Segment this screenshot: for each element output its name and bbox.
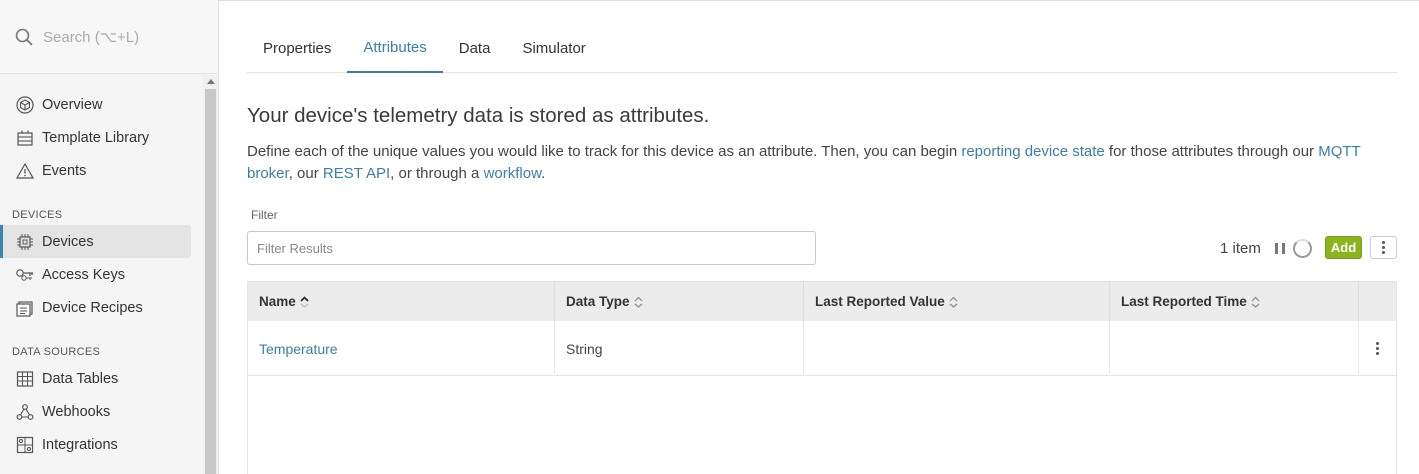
search-box[interactable]: Search (⌥+L) (0, 0, 218, 74)
top-divider (219, 0, 1419, 3)
kebab-icon (1382, 241, 1385, 254)
column-header-last-reported-time[interactable]: Last Reported Time (1110, 282, 1359, 321)
filter-label: Filter (251, 208, 278, 222)
sidebar: Search (⌥+L) Overview Template Library E… (0, 0, 219, 474)
attributes-table: Name Data Type Last Reported Value Last … (247, 281, 1397, 474)
tab-data[interactable]: Data (443, 23, 507, 73)
workflow-link[interactable]: workflow (484, 165, 542, 182)
sidebar-item-label: Device Recipes (42, 299, 143, 316)
sidebar-item-label: Devices (42, 233, 94, 250)
template-library-icon (15, 128, 35, 148)
sidebar-scrollbar[interactable] (203, 75, 218, 474)
column-header-label: Last Reported Time (1121, 294, 1247, 309)
page-heading: Your device's telemetry data is stored a… (247, 104, 710, 127)
table-header: Name Data Type Last Reported Value Last … (248, 282, 1396, 321)
sidebar-item-devices[interactable]: Devices (0, 225, 191, 258)
cell-name: Temperature (248, 321, 555, 376)
sidebar-section-devices: DEVICES (12, 209, 63, 221)
column-header-actions (1359, 282, 1396, 321)
tab-bar: Properties Attributes Data Simulator (247, 23, 1397, 73)
search-icon (15, 28, 33, 46)
kebab-icon (1376, 342, 1379, 355)
row-actions-button[interactable] (1359, 321, 1396, 376)
sidebar-item-overview[interactable]: Overview (0, 88, 191, 121)
add-button[interactable]: Add (1325, 236, 1362, 259)
desc-text: . (541, 165, 546, 182)
sort-ascending-icon (300, 295, 309, 308)
sidebar-item-template-library[interactable]: Template Library (0, 121, 191, 154)
tab-simulator[interactable]: Simulator (506, 23, 601, 73)
sidebar-item-label: Access Keys (42, 266, 125, 283)
column-header-name[interactable]: Name (248, 282, 555, 321)
sidebar-item-label: Webhooks (42, 403, 111, 420)
page-description: Define each of the unique values you wou… (247, 141, 1407, 185)
integrations-icon (15, 435, 35, 455)
desc-text: , or through a (390, 165, 484, 182)
more-options-button[interactable] (1370, 236, 1397, 259)
sidebar-section-data-sources: DATA SOURCES (12, 346, 101, 358)
warning-icon (15, 161, 35, 181)
reporting-device-state-link[interactable]: reporting device state (961, 143, 1104, 160)
attribute-name-link[interactable]: Temperature (259, 341, 338, 357)
sidebar-item-label: Data Tables (42, 370, 119, 387)
table-row[interactable]: Temperature String (248, 321, 1396, 376)
desc-text: for those attributes through our (1104, 143, 1319, 160)
webhook-icon (15, 402, 35, 422)
cell-last-reported-time (1110, 321, 1359, 376)
cell-data-type: String (555, 321, 804, 376)
key-icon (15, 265, 35, 285)
tab-attributes[interactable]: Attributes (347, 23, 443, 73)
scroll-up-arrow-icon[interactable] (207, 79, 215, 84)
sidebar-item-webhooks[interactable]: Webhooks (0, 395, 191, 428)
pause-icon[interactable] (1275, 243, 1285, 254)
column-header-label: Last Reported Value (815, 294, 945, 309)
column-header-label: Data Type (566, 294, 630, 309)
sidebar-item-access-keys[interactable]: Access Keys (0, 258, 191, 291)
sidebar-item-label: Events (42, 162, 87, 179)
desc-text: Define each of the unique values you wou… (247, 143, 962, 160)
sidebar-item-events[interactable]: Events (0, 154, 191, 187)
sort-icon (1251, 296, 1260, 308)
sidebar-item-label: Overview (42, 96, 103, 113)
search-placeholder: Search (⌥+L) (43, 28, 140, 46)
item-count: 1 item (1220, 240, 1261, 257)
sidebar-nav: Overview Template Library Events DEVICES… (0, 88, 203, 461)
sidebar-item-label: Template Library (42, 129, 150, 146)
scroll-thumb[interactable] (205, 89, 216, 474)
cube-icon (15, 95, 35, 115)
column-header-last-reported-value[interactable]: Last Reported Value (804, 282, 1110, 321)
recipe-icon (15, 298, 35, 318)
desc-text: , our (288, 165, 323, 182)
sidebar-item-integrations[interactable]: Integrations (0, 428, 191, 461)
sort-icon (949, 296, 958, 308)
sidebar-item-device-recipes[interactable]: Device Recipes (0, 291, 191, 324)
column-header-label: Name (259, 294, 296, 309)
sort-icon (634, 296, 642, 308)
chip-icon (15, 232, 35, 252)
filter-input[interactable] (247, 231, 816, 265)
table-icon (15, 369, 35, 389)
sidebar-item-data-tables[interactable]: Data Tables (0, 362, 191, 395)
tab-properties[interactable]: Properties (247, 23, 347, 73)
sidebar-item-label: Integrations (42, 436, 118, 453)
loading-spinner-icon (1293, 239, 1312, 258)
cell-last-reported-value (804, 321, 1110, 376)
rest-api-link[interactable]: REST API (323, 165, 390, 182)
column-header-data-type[interactable]: Data Type (555, 282, 804, 321)
